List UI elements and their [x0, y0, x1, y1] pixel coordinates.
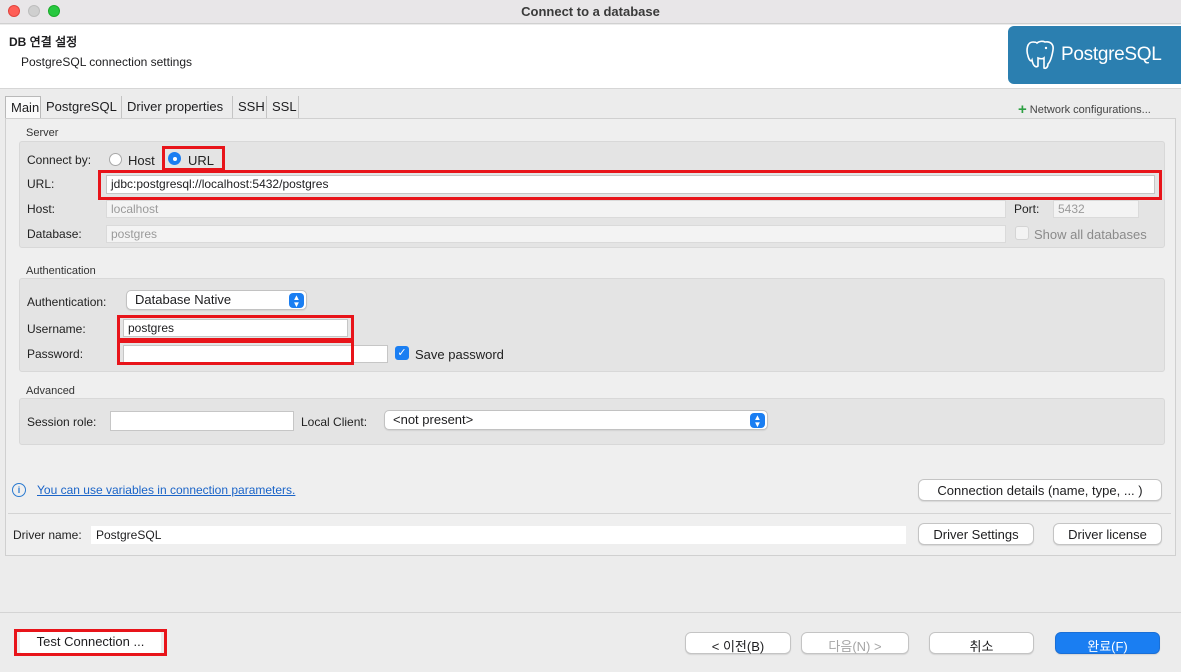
cancel-button[interactable]: 취소: [929, 632, 1034, 654]
variables-help-link[interactable]: You can use variables in connection para…: [37, 483, 295, 497]
authentication-group-label: Authentication: [26, 265, 96, 277]
tab-driver-properties[interactable]: Driver properties: [122, 96, 233, 118]
url-input[interactable]: jdbc:postgresql://localhost:5432/postgre…: [106, 175, 1155, 194]
session-role-input[interactable]: [110, 411, 294, 431]
authentication-select[interactable]: Database Native ▲ ▼: [126, 290, 307, 310]
host-radio[interactable]: [109, 153, 122, 166]
tab-ssl[interactable]: SSL: [267, 96, 299, 118]
driver-name-input[interactable]: PostgreSQL: [91, 526, 906, 544]
wizard-header: DB 연결 설정 PostgreSQL connection settings …: [0, 25, 1181, 89]
page-subtitle: PostgreSQL connection settings: [21, 55, 192, 69]
port-input[interactable]: 5432: [1053, 200, 1139, 218]
tab-bar: Main PostgreSQL Driver properties SSH SS…: [0, 96, 1181, 118]
port-label: Port:: [1014, 202, 1040, 216]
driver-license-button[interactable]: Driver license: [1053, 523, 1162, 545]
finish-button[interactable]: 완료(F): [1055, 632, 1160, 654]
save-password-label: Save password: [415, 347, 504, 362]
url-label: URL:: [27, 177, 55, 191]
select-arrows-icon: ▲ ▼: [750, 413, 765, 429]
show-all-databases-label: Show all databases: [1034, 227, 1147, 242]
database-label: Database:: [27, 227, 82, 241]
url-radio-label: URL: [188, 153, 215, 168]
show-all-databases-checkbox[interactable]: [1015, 226, 1029, 240]
driver-settings-button[interactable]: Driver Settings: [918, 523, 1034, 545]
server-group-label: Server: [26, 127, 59, 139]
connection-details-button[interactable]: Connection details (name, type, ... ): [918, 479, 1162, 501]
local-client-label: Local Client:: [301, 415, 368, 429]
window-title: Connect to a database: [521, 4, 660, 19]
divider: [8, 513, 1171, 514]
host-label: Host:: [27, 202, 56, 216]
username-input[interactable]: postgres: [123, 319, 348, 337]
postgresql-logo: PostgreSQL: [1008, 26, 1181, 84]
authentication-label: Authentication:: [27, 295, 107, 309]
elephant-icon: [1026, 40, 1054, 70]
url-radio[interactable]: [168, 152, 181, 165]
checkmark-icon: ✓: [397, 347, 407, 359]
back-button[interactable]: < 이전(B): [685, 632, 791, 654]
advanced-group-label: Advanced: [26, 385, 75, 397]
next-button[interactable]: 다음(N) >: [801, 632, 909, 654]
database-input[interactable]: postgres: [106, 225, 1006, 243]
driver-name-label: Driver name:: [13, 528, 82, 542]
title-bar: Connect to a database: [0, 0, 1181, 24]
network-configurations-label: Network configurations...: [1029, 104, 1151, 116]
password-field-highlight: [117, 340, 354, 365]
local-client-select-value: <not present>: [393, 412, 474, 427]
host-input[interactable]: localhost: [106, 200, 1006, 218]
authentication-select-value: Database Native: [135, 292, 232, 307]
page-title: DB 연결 설정: [9, 35, 78, 49]
select-arrows-icon: ▲ ▼: [289, 293, 304, 309]
tab-postgresql[interactable]: PostgreSQL: [41, 96, 122, 118]
tab-ssh[interactable]: SSH: [233, 96, 267, 118]
local-client-select[interactable]: <not present> ▲ ▼: [384, 410, 768, 430]
plus-icon: +: [1018, 101, 1027, 118]
save-password-checkbox[interactable]: ✓: [395, 346, 409, 360]
password-label: Password:: [27, 347, 84, 361]
host-radio-label: Host: [128, 153, 155, 168]
test-connection-button[interactable]: Test Connection ...: [20, 632, 161, 653]
connect-by-label: Connect by:: [27, 153, 92, 167]
tab-main[interactable]: Main: [5, 96, 41, 118]
footer-divider: [0, 612, 1181, 613]
logo-text: PostgreSQL: [1061, 44, 1162, 65]
network-configurations-link[interactable]: + Network configurations...: [1018, 100, 1151, 118]
info-icon: i: [12, 483, 26, 497]
session-role-label: Session role:: [27, 415, 97, 429]
username-label: Username:: [27, 322, 86, 336]
